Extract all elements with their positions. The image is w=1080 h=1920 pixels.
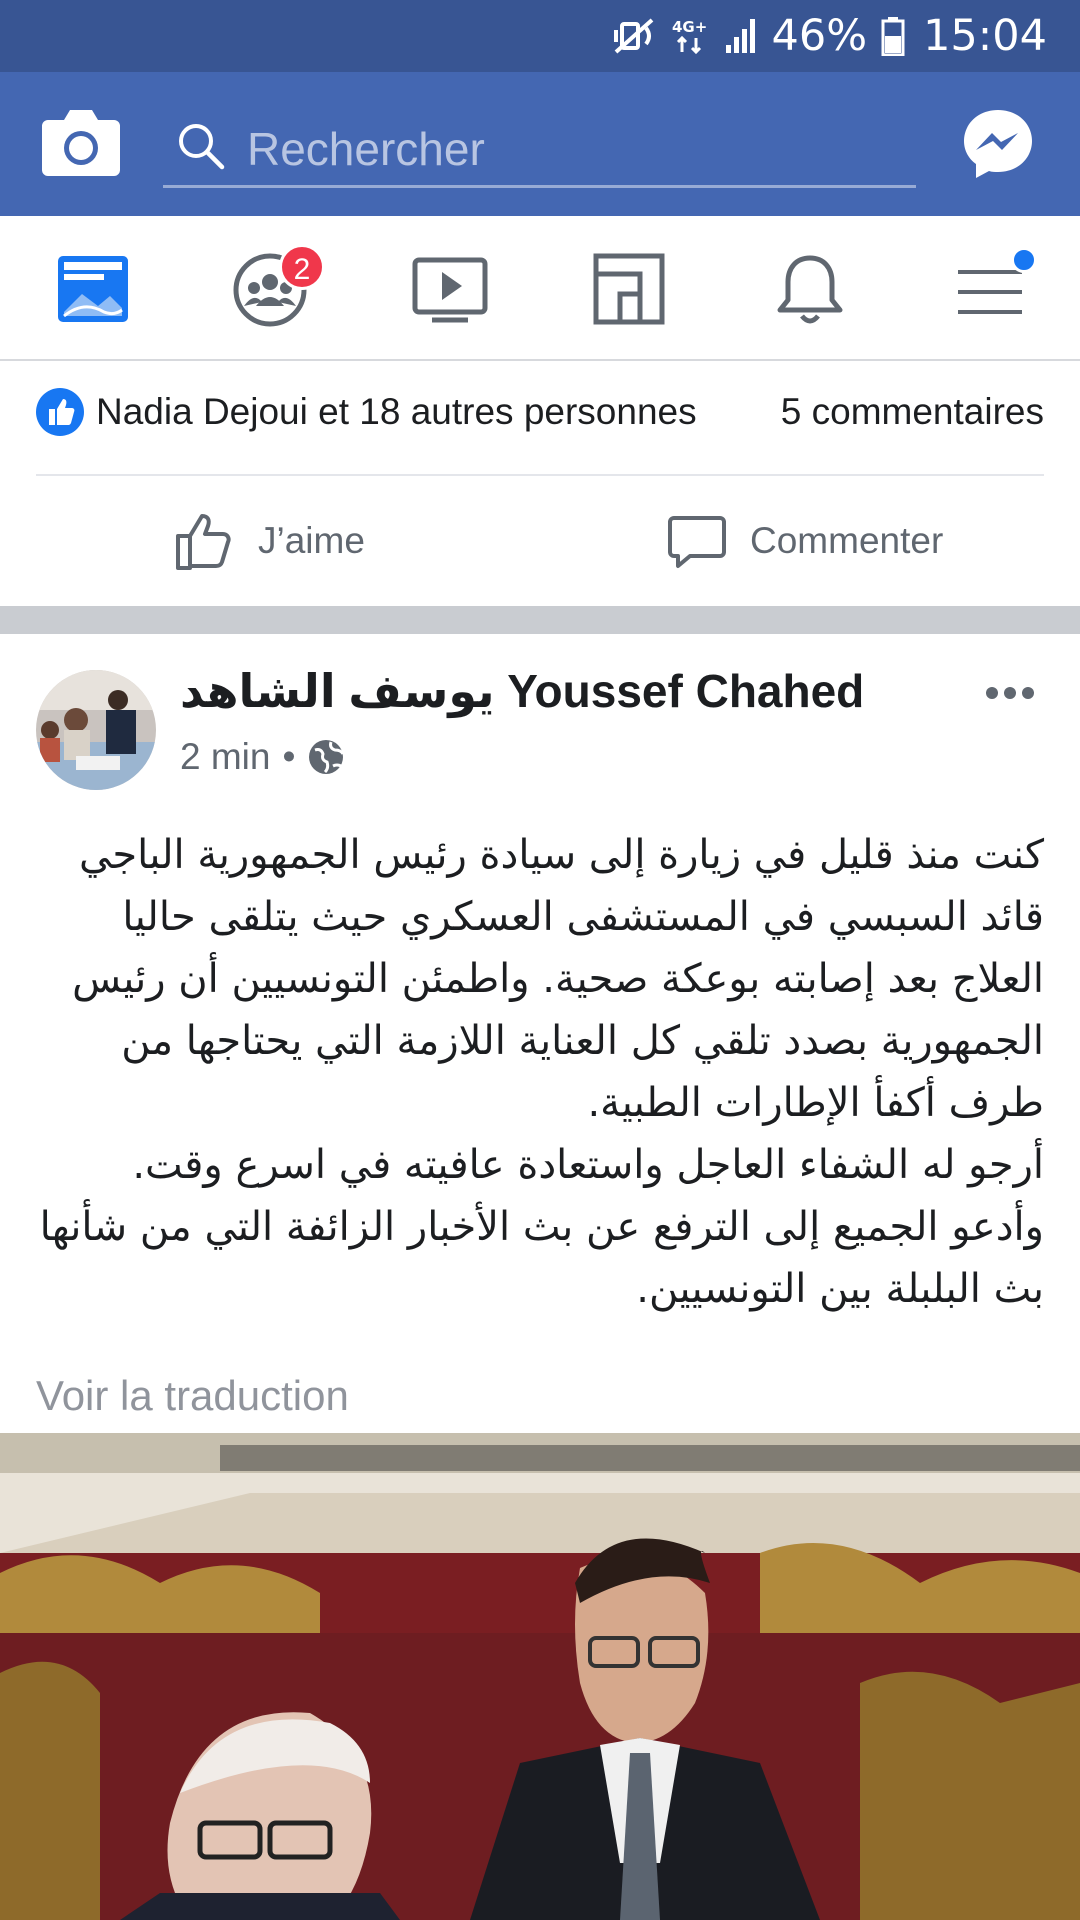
camera-icon: [42, 110, 120, 176]
tab-news-feed[interactable]: [54, 250, 134, 330]
network-type: 4G+: [670, 16, 710, 56]
post-image: [0, 1433, 1080, 1920]
likers-text[interactable]: Nadia Dejoui et 18 autres personnes: [96, 387, 697, 437]
post-header: يوسف الشاهد Youssef Chahed 2 min •: [0, 634, 1080, 794]
tab-marketplace[interactable]: [590, 250, 670, 330]
reactions-summary[interactable]: Nadia Dejoui et 18 autres personnes 5 co…: [0, 361, 1080, 476]
comment-button[interactable]: Commenter: [666, 506, 943, 576]
marketplace-icon: [593, 253, 665, 325]
more-icon-dot: [1004, 687, 1016, 699]
comments-count[interactable]: 5 commentaires: [781, 387, 1044, 437]
post-paragraph: وأدعو الجميع إلى الترفع عن بث الأخبار ال…: [39, 1204, 1044, 1312]
groups-notification-badge: 2: [279, 244, 325, 290]
post-photo[interactable]: [0, 1433, 1080, 1920]
comment-icon: [668, 516, 726, 568]
watch-icon: [412, 257, 488, 323]
like-button[interactable]: J’aime: [174, 506, 365, 576]
avatar-photo: [36, 670, 156, 790]
search-icon: [179, 124, 225, 170]
tab-watch[interactable]: [410, 250, 490, 330]
see-translation-link[interactable]: Voir la traduction: [36, 1372, 349, 1420]
post-time[interactable]: 2 min: [180, 736, 270, 778]
like-label: J’aime: [258, 520, 365, 561]
author-name[interactable]: يوسف الشاهد Youssef Chahed: [180, 664, 864, 718]
screen: 4G+ 46% 15:04 Rechercher 2 Nadia Dejoui …: [0, 0, 1080, 1920]
post-text: كنت منذ قليل في زيارة إلى سيادة رئيس الج…: [36, 824, 1044, 1320]
search-placeholder: Rechercher: [247, 123, 485, 175]
post-paragraph: أرجو له الشفاء العاجل واستعادة عافيته في…: [132, 1142, 1044, 1188]
comment-label: Commenter: [750, 520, 944, 561]
feed-separator: [0, 606, 1080, 634]
signal-icon: [724, 17, 758, 55]
globe-icon: [309, 740, 345, 774]
svg-text:4G+: 4G+: [672, 18, 707, 36]
messenger-button[interactable]: [960, 106, 1036, 182]
app-bar: Rechercher: [0, 72, 1080, 216]
tab-notifications[interactable]: [770, 250, 850, 330]
post-options-button[interactable]: [980, 678, 1040, 708]
battery-percentage: 46%: [771, 11, 868, 61]
like-icon: [176, 514, 231, 570]
post-actions: J’aime Commenter: [0, 476, 1080, 606]
nav-tabs: [0, 216, 1080, 361]
battery-icon: [881, 16, 905, 56]
status-bar: 4G+ 46% 15:04: [0, 0, 1080, 72]
more-icon-dot: [1022, 687, 1034, 699]
menu-new-indicator: [1011, 247, 1037, 273]
author-avatar[interactable]: [36, 670, 156, 790]
meta-dot: •: [282, 736, 296, 777]
mute-icon: [612, 16, 656, 56]
post-meta: 2 min •: [180, 736, 345, 778]
search-input[interactable]: Rechercher: [163, 106, 916, 188]
like-reaction-icon: [36, 388, 84, 436]
more-icon: [986, 687, 998, 699]
bell-icon: [777, 255, 843, 324]
news-feed-icon: [58, 256, 128, 322]
post-paragraph: كنت منذ قليل في زيارة إلى سيادة رئيس الج…: [72, 832, 1044, 1126]
clock: 15:04: [923, 11, 1047, 61]
camera-button[interactable]: [40, 104, 122, 182]
messenger-icon: [964, 110, 1032, 178]
